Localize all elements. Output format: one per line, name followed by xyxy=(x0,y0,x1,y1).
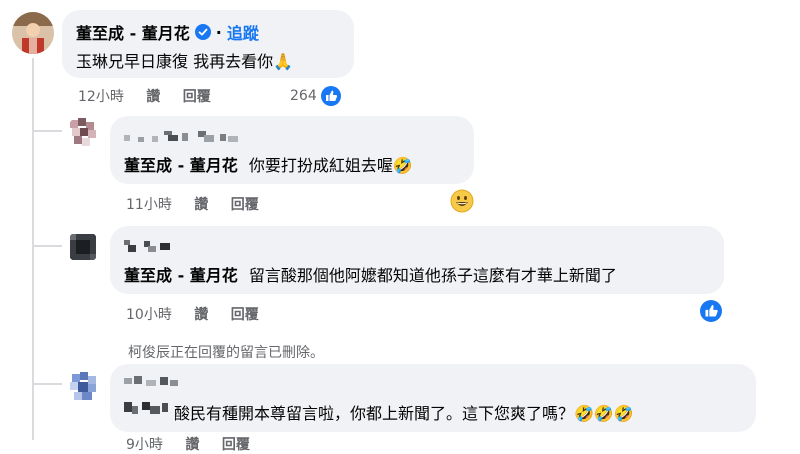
separator-dot: · xyxy=(215,22,222,42)
comment-time[interactable]: 10小時 xyxy=(126,307,172,323)
mention-link[interactable]: 董至成 - 董月花 xyxy=(124,266,238,285)
like-button[interactable]: 讚 xyxy=(194,197,208,213)
comment-bubble: 董至成 - 董月花 你要打扮成紅姐去喔🤣 xyxy=(110,116,474,184)
thread-line-branch-3 xyxy=(32,383,62,385)
redacted-author-name xyxy=(124,374,188,394)
redacted-author-name xyxy=(124,238,184,258)
like-icon[interactable] xyxy=(700,300,722,322)
like-button[interactable]: 讚 xyxy=(185,437,199,453)
redacted-mention xyxy=(124,400,172,420)
follow-link[interactable]: 追蹤 xyxy=(227,20,259,44)
comment-actions: 10小時 讚 回覆 xyxy=(126,304,277,324)
reaction-summary[interactable]: 264 xyxy=(290,86,359,106)
comment-time[interactable]: 11小時 xyxy=(126,197,172,213)
comment-actions: 12小時 讚 回覆 xyxy=(78,86,229,106)
comment-bubble: 董至成 - 董月花 · 追蹤 玉琳兄早日康復 我再去看你🙏 xyxy=(62,10,354,78)
avatar[interactable] xyxy=(66,116,100,150)
redacted-author-name xyxy=(124,128,244,147)
like-button[interactable]: 讚 xyxy=(194,307,208,323)
thread-line-branch-2 xyxy=(32,245,62,247)
like-icon xyxy=(320,86,341,106)
comment-text: 你要打扮成紅姐去喔🤣 xyxy=(248,156,413,175)
reply-button[interactable]: 回覆 xyxy=(231,197,259,213)
comment-text: 酸民有種開本尊留言啦，你都上新聞了。這下您爽了嗎？🤣🤣🤣 xyxy=(174,404,634,423)
comment-actions: 9小時 讚 回覆 xyxy=(126,434,268,454)
reaction-count: 264 xyxy=(290,88,317,104)
grin-emoji-icon[interactable] xyxy=(450,189,474,213)
comment-text: 留言酸那個他阿嬤都知道他孫子這麼有才華上新聞了 xyxy=(248,266,617,285)
reply-button[interactable]: 回覆 xyxy=(222,437,250,453)
mention-link[interactable]: 董至成 - 董月花 xyxy=(124,156,238,175)
reply-button[interactable]: 回覆 xyxy=(231,307,259,323)
comment-time[interactable]: 9小時 xyxy=(126,437,163,453)
avatar[interactable] xyxy=(66,370,100,404)
comment-actions: 11小時 讚 回覆 xyxy=(126,194,277,214)
like-button[interactable]: 讚 xyxy=(146,89,160,105)
comment-time[interactable]: 12小時 xyxy=(78,89,124,105)
reply-button[interactable]: 回覆 xyxy=(183,89,211,105)
avatar[interactable] xyxy=(66,230,100,264)
comment-author[interactable]: 董至成 - 董月花 xyxy=(76,20,190,44)
deleted-comment-notice: 柯俊辰正在回覆的留言已刪除。 xyxy=(128,345,324,361)
verified-badge-icon xyxy=(194,24,211,40)
thread-line-branch-1 xyxy=(32,130,62,132)
comment-bubble: 董至成 - 董月花 留言酸那個他阿嬤都知道他孫子這麼有才華上新聞了 xyxy=(110,226,724,294)
avatar[interactable] xyxy=(12,12,54,54)
comment-bubble: 酸民有種開本尊留言啦，你都上新聞了。這下您爽了嗎？🤣🤣🤣 xyxy=(110,364,756,432)
comment-text: 玉琳兄早日康復 我再去看你🙏 xyxy=(76,52,294,71)
